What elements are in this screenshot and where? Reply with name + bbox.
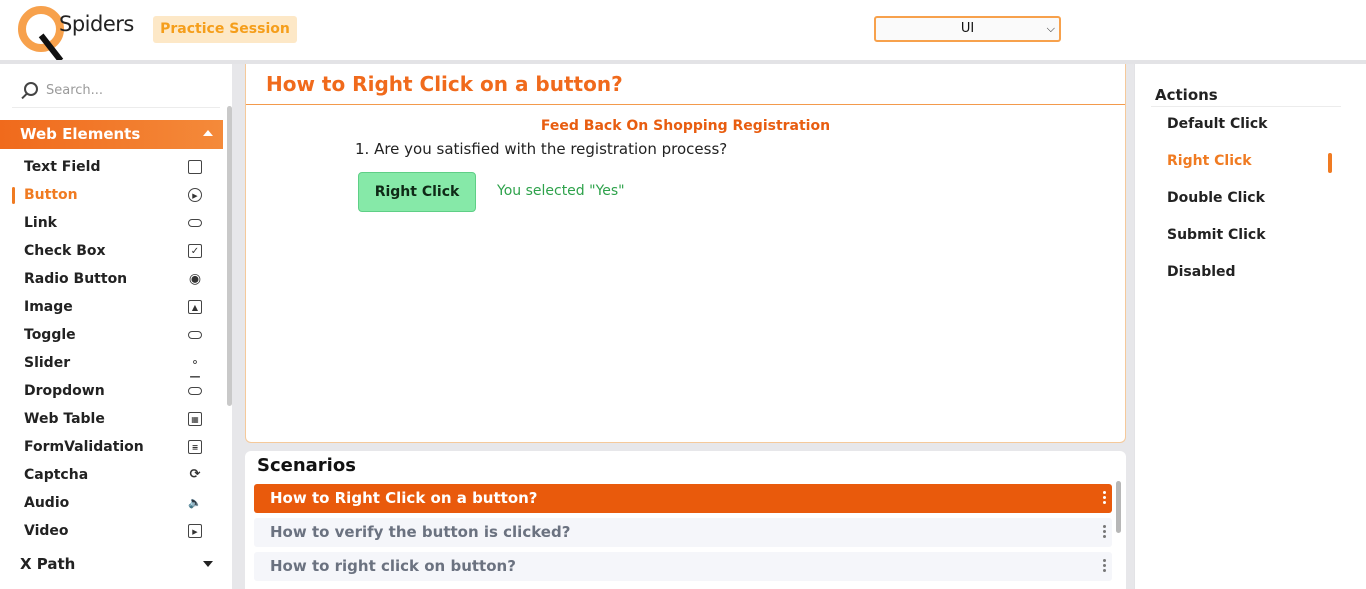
form-icon: ≡ bbox=[188, 440, 202, 454]
actions-divider bbox=[1151, 106, 1341, 107]
search-input[interactable]: Search... bbox=[12, 78, 220, 108]
sidebar-item-video[interactable]: Video ▶ bbox=[0, 517, 223, 545]
chevron-down-icon: ⌵ bbox=[1046, 22, 1055, 35]
sidebar-item-label: Link bbox=[24, 215, 57, 231]
sidebar-item-label: Dropdown bbox=[24, 383, 105, 399]
scenario-item[interactable]: How to verify the button is clicked? bbox=[254, 518, 1112, 547]
question-text: 1. Are you satisfied with the registrati… bbox=[355, 140, 728, 158]
audio-icon: 🔈 bbox=[188, 496, 202, 509]
scenario-item[interactable]: How to Right Click on a button? bbox=[254, 484, 1112, 513]
video-icon: ▶ bbox=[188, 524, 202, 538]
active-indicator bbox=[12, 187, 15, 204]
scenarios-scrollbar[interactable] bbox=[1116, 481, 1121, 533]
scenarios-panel: Scenarios How to Right Click on a button… bbox=[245, 451, 1126, 589]
captcha-icon: ⟳ bbox=[189, 467, 201, 482]
logo-text: Spiders bbox=[59, 12, 134, 36]
sidebar-item-label: Radio Button bbox=[24, 271, 128, 287]
scenario-label: How to right click on button? bbox=[270, 557, 516, 575]
active-action-indicator bbox=[1328, 153, 1332, 173]
play-circle-icon: ▶ bbox=[188, 188, 202, 202]
sidebar-item-button[interactable]: Button ▶ bbox=[0, 181, 223, 209]
right-click-button[interactable]: Right Click bbox=[358, 172, 476, 212]
header: Spiders Practice Session UI ⌵ bbox=[0, 0, 1366, 63]
ui-selector-value: UI bbox=[960, 21, 975, 36]
sidebar-item-label: Captcha bbox=[24, 467, 89, 483]
ui-selector-dropdown[interactable]: UI ⌵ bbox=[874, 16, 1061, 42]
more-options-icon[interactable] bbox=[1103, 559, 1106, 573]
practice-session-button[interactable]: Practice Session bbox=[153, 16, 297, 43]
sidebar-item-text-field[interactable]: Text Field bbox=[0, 153, 223, 181]
sidebar-item-form-validation[interactable]: FormValidation ≡ bbox=[0, 433, 223, 461]
sidebar-item-image[interactable]: Image ▲ bbox=[0, 293, 223, 321]
sidebar-item-label: Video bbox=[24, 523, 69, 539]
sidebar-item-toggle[interactable]: Toggle bbox=[0, 321, 223, 349]
scenarios-title: Scenarios bbox=[257, 455, 356, 476]
sidebar-item-label: Text Field bbox=[24, 159, 101, 175]
sidebar-item-audio[interactable]: Audio 🔈 bbox=[0, 489, 223, 517]
more-options-icon[interactable] bbox=[1103, 525, 1106, 539]
slider-icon: ⚬— bbox=[189, 356, 201, 383]
sidebar: Search... Web Elements Text Field Button… bbox=[0, 64, 232, 589]
action-right-click[interactable]: Right Click bbox=[1167, 153, 1252, 169]
practice-panel: How to Right Click on a button? Feed Bac… bbox=[245, 64, 1126, 443]
search-placeholder: Search... bbox=[46, 83, 104, 98]
dropdown-icon bbox=[188, 387, 202, 395]
web-elements-section-header[interactable]: Web Elements bbox=[0, 120, 223, 149]
checkbox-icon: ✓ bbox=[188, 244, 202, 258]
sidebar-item-link[interactable]: Link bbox=[0, 209, 223, 237]
sidebar-item-dropdown[interactable]: Dropdown bbox=[0, 377, 223, 405]
action-double-click[interactable]: Double Click bbox=[1167, 190, 1265, 206]
link-icon bbox=[188, 219, 202, 227]
sidebar-item-label: FormValidation bbox=[24, 439, 144, 455]
table-icon: ▦ bbox=[188, 412, 202, 426]
sidebar-item-label: Check Box bbox=[24, 243, 106, 259]
action-disabled[interactable]: Disabled bbox=[1167, 264, 1236, 280]
toggle-icon bbox=[188, 331, 202, 339]
text-field-icon bbox=[188, 160, 202, 174]
image-icon: ▲ bbox=[188, 300, 202, 314]
title-divider bbox=[246, 104, 1125, 105]
selection-message: You selected "Yes" bbox=[497, 183, 625, 199]
more-options-icon[interactable] bbox=[1103, 491, 1106, 505]
sidebar-item-radio-button[interactable]: Radio Button ◉ bbox=[0, 265, 223, 293]
sidebar-item-label: Image bbox=[24, 299, 73, 315]
qspiders-logo[interactable]: Spiders bbox=[18, 6, 134, 63]
section-title: Web Elements bbox=[20, 125, 141, 143]
sidebar-item-label: Slider bbox=[24, 355, 71, 371]
scenario-label: How to Right Click on a button? bbox=[270, 489, 538, 507]
sidebar-item-check-box[interactable]: Check Box ✓ bbox=[0, 237, 223, 265]
xpath-section-header[interactable]: X Path bbox=[0, 550, 223, 578]
scenario-label: How to verify the button is clicked? bbox=[270, 523, 571, 541]
action-submit-click[interactable]: Submit Click bbox=[1167, 227, 1266, 243]
main-content: How to Right Click on a button? Feed Bac… bbox=[232, 64, 1134, 589]
action-default-click[interactable]: Default Click bbox=[1167, 116, 1267, 132]
sidebar-item-label: Audio bbox=[24, 495, 70, 511]
sidebar-item-captcha[interactable]: Captcha ⟳ bbox=[0, 461, 223, 489]
feedback-title: Feed Back On Shopping Registration bbox=[540, 118, 831, 134]
actions-title: Actions bbox=[1155, 86, 1218, 104]
radio-icon: ◉ bbox=[188, 271, 202, 287]
logo-ring-icon bbox=[18, 6, 64, 52]
caret-up-icon bbox=[203, 130, 213, 136]
xpath-label: X Path bbox=[20, 555, 76, 573]
caret-down-icon bbox=[203, 561, 213, 567]
scenario-item[interactable]: How to right click on button? bbox=[254, 552, 1112, 581]
sidebar-item-label: Web Table bbox=[24, 411, 105, 427]
sidebar-item-label: Toggle bbox=[24, 327, 76, 343]
page-title: How to Right Click on a button? bbox=[266, 72, 623, 96]
sidebar-item-web-table[interactable]: Web Table ▦ bbox=[0, 405, 223, 433]
sidebar-item-label: Button bbox=[24, 187, 78, 203]
actions-panel: Actions Default Click Right Click Double… bbox=[1134, 64, 1366, 589]
sidebar-item-slider[interactable]: Slider ⚬— bbox=[0, 349, 223, 383]
search-icon bbox=[24, 82, 38, 96]
